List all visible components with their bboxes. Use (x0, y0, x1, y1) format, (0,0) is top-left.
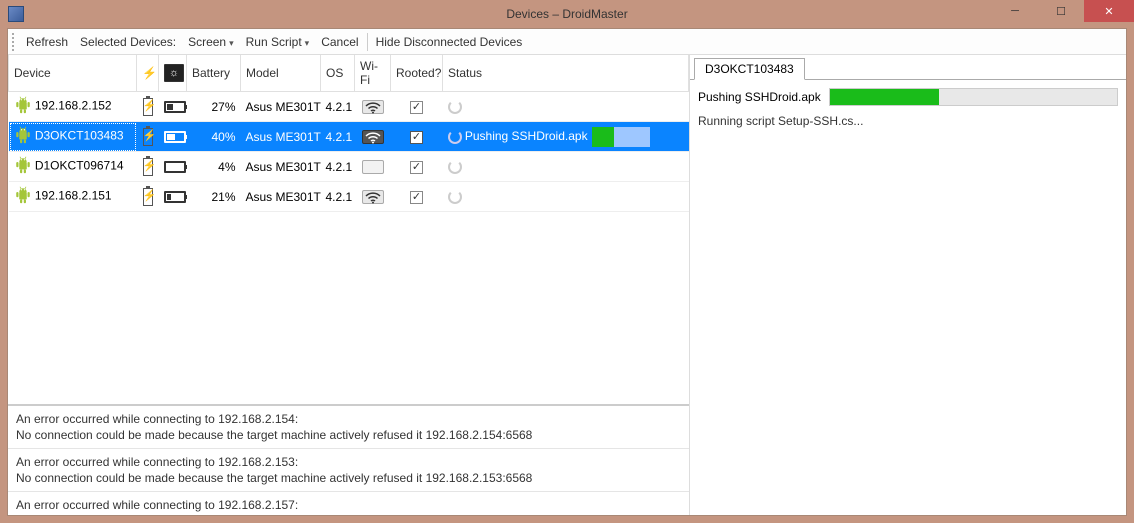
col-wifi[interactable]: Wi-Fi (355, 55, 391, 92)
toolbar-separator (367, 33, 368, 51)
run-script-dropdown[interactable]: Run Script (240, 32, 316, 52)
script-status: Running script Setup-SSH.cs... (698, 114, 1118, 128)
device-name: D1OKCT096714 (35, 159, 124, 173)
col-os[interactable]: OS (321, 55, 355, 92)
log-pane[interactable]: An error occurred while connecting to 19… (8, 405, 689, 515)
col-brightness[interactable]: ☼ (159, 55, 187, 92)
charging-icon (143, 128, 153, 146)
app-icon (8, 6, 24, 22)
detail-tabstrip: D3OKCT103483 (690, 55, 1126, 79)
toolbar: Refresh Selected Devices: Screen Run Scr… (8, 29, 1126, 55)
battery-pct: 27% (187, 92, 241, 122)
rooted-checkbox[interactable] (410, 131, 423, 144)
battery-pct: 4% (187, 152, 241, 182)
android-icon (14, 155, 32, 178)
toolbar-grip (12, 33, 16, 51)
android-icon (14, 185, 32, 208)
col-model[interactable]: Model (241, 55, 321, 92)
hide-disconnected-button[interactable]: Hide Disconnected Devices (370, 32, 529, 52)
maximize-button[interactable]: ☐ (1038, 0, 1084, 22)
cancel-button[interactable]: Cancel (315, 32, 364, 52)
rooted-checkbox[interactable] (410, 101, 423, 114)
device-name: 192.168.2.152 (35, 99, 112, 113)
battery-icon (164, 101, 186, 113)
push-label: Pushing SSHDroid.apk (698, 90, 821, 104)
battery-icon (164, 191, 186, 203)
push-progress (829, 88, 1118, 106)
detail-tab[interactable]: D3OKCT103483 (694, 58, 805, 80)
table-row[interactable]: D1OKCT096714 4%Asus ME301T4.2.1 (9, 152, 689, 182)
os-version: 4.2.1 (321, 152, 355, 182)
log-entry: An error occurred while connecting to 19… (8, 449, 689, 492)
screen-dropdown[interactable]: Screen (182, 32, 240, 52)
rooted-checkbox[interactable] (410, 191, 423, 204)
spinner-icon (448, 160, 462, 174)
battery-pct: 21% (187, 182, 241, 212)
rooted-checkbox[interactable] (410, 161, 423, 174)
model: Asus ME301T (241, 122, 321, 152)
selected-devices-label: Selected Devices: (74, 32, 182, 52)
table-row[interactable]: D3OKCT103483 40%Asus ME301T4.2.1 Pushing … (9, 122, 689, 152)
charging-icon (143, 98, 153, 116)
close-button[interactable]: ✕ (1084, 0, 1134, 22)
device-name: D3OKCT103483 (35, 129, 124, 143)
col-rooted[interactable]: Rooted? (391, 55, 443, 92)
charging-icon (143, 158, 153, 176)
spinner-icon (448, 100, 462, 114)
model: Asus ME301T (241, 152, 321, 182)
spinner-icon (448, 130, 462, 144)
device-name: 192.168.2.151 (35, 189, 112, 203)
status-cell (443, 92, 689, 122)
status-cell (443, 182, 689, 212)
log-entry: An error occurred while connecting to 19… (8, 406, 689, 449)
wifi-icon (362, 190, 384, 204)
battery-icon (164, 131, 186, 143)
devices-table[interactable]: Device ⚡ ☼ Battery Model OS Wi-Fi Rooted… (8, 55, 689, 212)
table-row[interactable]: 192.168.2.152 27%Asus ME301T4.2.1 (9, 92, 689, 122)
wifi-icon (362, 100, 384, 114)
status-text: Pushing SSHDroid.apk (465, 129, 588, 143)
wifi-icon (362, 160, 384, 174)
mini-progress (592, 127, 650, 147)
table-row[interactable]: 192.168.2.151 21%Asus ME301T4.2.1 (9, 182, 689, 212)
titlebar[interactable]: Devices – DroidMaster ─ ☐ ✕ (0, 0, 1134, 28)
status-cell: Pushing SSHDroid.apk (443, 122, 689, 152)
os-version: 4.2.1 (321, 92, 355, 122)
os-version: 4.2.1 (321, 122, 355, 152)
os-version: 4.2.1 (321, 182, 355, 212)
detail-body: Pushing SSHDroid.apk Running script Setu… (690, 79, 1126, 515)
model: Asus ME301T (241, 182, 321, 212)
col-charging[interactable]: ⚡ (137, 55, 159, 92)
model: Asus ME301T (241, 92, 321, 122)
battery-pct: 40% (187, 122, 241, 152)
minimize-button[interactable]: ─ (992, 0, 1038, 22)
window-title: Devices – DroidMaster (506, 7, 627, 21)
status-cell (443, 152, 689, 182)
wifi-icon (362, 130, 384, 144)
battery-icon (164, 161, 186, 173)
col-battery[interactable]: Battery (187, 55, 241, 92)
col-status[interactable]: Status (443, 55, 689, 92)
android-icon (14, 125, 32, 148)
log-entry: An error occurred while connecting to 19… (8, 492, 689, 515)
charging-icon (143, 188, 153, 206)
col-device[interactable]: Device (9, 55, 137, 92)
refresh-button[interactable]: Refresh (20, 32, 74, 52)
spinner-icon (448, 190, 462, 204)
android-icon (14, 95, 32, 118)
